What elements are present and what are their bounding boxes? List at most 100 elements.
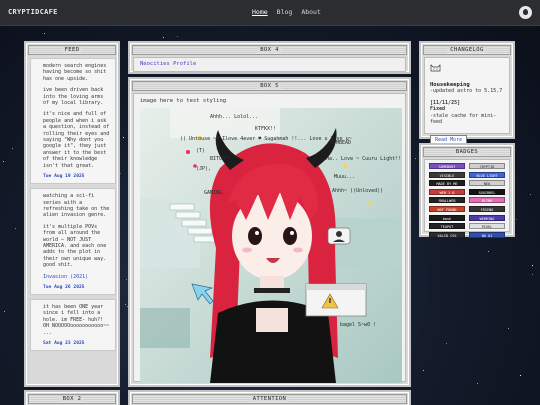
star <box>44 33 45 34</box>
feed-window: FEED modern search engines having become… <box>24 41 120 387</box>
art-text: Ahhh... Lolol... <box>210 114 258 120</box>
art-text: Ahhh~ ((Unloved)) <box>332 188 383 194</box>
star <box>120 173 121 174</box>
badge-88x31[interactable]: MADE BY ME <box>429 180 465 187</box>
badge-88x31[interactable]: VALID CSS <box>429 231 465 238</box>
art-text: Muuu... <box>334 174 355 180</box>
image-caption: image here to test styling <box>140 98 227 104</box>
cat-icon <box>430 64 441 72</box>
star <box>177 36 178 37</box>
badge-88x31[interactable]: bash <box>429 214 465 221</box>
art-text: KTFKX!! <box>255 126 276 132</box>
attention-window: ATTENTION <box>128 390 411 405</box>
neocities-profile-link[interactable]: Neocities Profile <box>140 61 196 67</box>
star <box>477 383 478 384</box>
art-text: Ha.. Love ~ Cuuru Light!! <box>326 156 401 162</box>
badges-title: BADGES <box>452 149 482 155</box>
box5-title: BOX 5 <box>257 83 282 89</box>
star <box>446 343 447 344</box>
badge-88x31[interactable]: CRYPTID <box>469 163 505 169</box>
star <box>125 304 126 305</box>
nav-home-link[interactable]: Home <box>252 8 268 16</box>
feed-scroll-area[interactable]: modern search engines having become so s… <box>30 58 116 383</box>
star <box>3 161 4 162</box>
badge-88x31[interactable]: VISIBLE <box>429 171 465 178</box>
badge-88x31[interactable]: NOT FOUND <box>429 205 465 212</box>
changelog-panel: Housekeeping -updated astro to 5.15.7 [1… <box>424 57 510 145</box>
star <box>520 375 521 376</box>
box4-title: BOX 4 <box>257 47 282 53</box>
star <box>532 274 533 275</box>
box2-title: BOX 2 <box>59 396 85 402</box>
attention-title-bar: ATTENTION <box>132 394 407 404</box>
changelog-window: CHANGELOG Housekeeping -updated astro to… <box>419 41 515 145</box>
star <box>4 311 5 312</box>
nav-blog-link[interactable]: Blog <box>277 8 293 16</box>
badge-88x31[interactable]: SQUIRREL <box>469 188 505 195</box>
star <box>15 228 16 229</box>
badge-88x31[interactable]: BLUE LIGHT <box>469 171 505 178</box>
star <box>415 158 416 159</box>
anime-girl-illustration: Ahhh... Lolol... KTFKX!! (( Untouse ~♥ I… <box>140 108 402 383</box>
feed-post: watching a sci-fi series with a refreshi… <box>30 188 116 295</box>
box4-window: BOX 4 Neocities Profile <box>128 41 411 74</box>
box4-title-bar: BOX 4 <box>132 45 407 55</box>
post-text: it has been ONE year since i fell into a… <box>43 303 110 336</box>
art-text: (( Untouse ~♥ Ilove 4ever ♥ Sugahmah !!.… <box>180 136 352 142</box>
art-text: GAMING. <box>204 190 225 196</box>
art-text: (T) <box>196 148 205 154</box>
badges-title-bar: BADGES <box>423 147 511 157</box>
changelog-title: CHANGELOG <box>447 47 487 53</box>
art-text: bagel S~w0 ! <box>340 322 376 328</box>
star <box>516 219 517 220</box>
github-icon[interactable] <box>519 6 532 19</box>
star <box>423 370 424 371</box>
feed-title: FEED <box>61 47 83 53</box>
star <box>530 194 531 195</box>
feed-post: it has been ONE year since i fell into a… <box>30 298 116 351</box>
box4-panel: Neocities Profile <box>133 57 406 72</box>
art-text: (JP), <box>196 166 211 172</box>
post-link[interactable]: Invasion (2021) <box>43 274 88 280</box>
post-date: Tue Aug 19 2025 <box>43 174 85 180</box>
badge-88x31[interactable]: NO AI <box>469 231 505 238</box>
site-brand[interactable]: CRYPTIDCAFE <box>8 8 58 16</box>
post-date: Sat Aug 23 2025 <box>43 341 85 346</box>
feed-title-bar: FEED <box>28 45 116 55</box>
star <box>123 137 124 138</box>
post-text: ive been driven back into the loving arm… <box>43 87 104 107</box>
star <box>532 265 533 266</box>
box5-title-bar: BOX 5 <box>132 81 407 91</box>
changelog-title-bar: CHANGELOG <box>423 45 511 55</box>
star <box>508 328 509 329</box>
badge-88x31[interactable]: NEO <box>469 180 505 187</box>
badge-grid: SOMEBODY CRYPTID VISIBLE BLUE LIGHT MADE BY … <box>424 159 510 238</box>
feed-post: modern search engines having become so s… <box>30 58 116 185</box>
badge-88x31[interactable]: SOMEBODY <box>429 163 465 169</box>
post-text: watching a sci-fi series with a refreshi… <box>43 193 110 219</box>
changelog-line: -updated astro to 5.15.7 <box>430 88 503 94</box>
box5-window: BOX 5 image here to test styling Ahhh...… <box>128 77 411 387</box>
post-text: it's multiple POVs from all around the w… <box>43 223 107 269</box>
post-text: it's nice and full of people and when i … <box>43 111 110 169</box>
badge-88x31[interactable]: WEB 1.0 <box>429 188 465 195</box>
badge-88x31[interactable]: SMALLWEB <box>429 197 465 204</box>
badge-88x31[interactable]: BLINK <box>469 197 505 204</box>
badge-88x31[interactable]: FRIEND <box>469 205 505 212</box>
attention-title: ATTENTION <box>249 396 290 402</box>
badge-88x31[interactable]: WEBRING <box>469 214 505 221</box>
star <box>163 37 164 38</box>
art-text: BITCH!! <box>210 156 231 162</box>
star <box>12 148 13 149</box>
post-text: modern search engines having become so s… <box>43 63 107 82</box>
badge-88x31[interactable]: PIXEL <box>469 223 505 230</box>
star <box>126 279 127 280</box>
nav-about-link[interactable]: About <box>301 8 321 16</box>
art-text: BOMBEAD <box>330 140 351 146</box>
illustration-svg: Ahhh... Lolol... KTFKX!! (( Untouse ~♥ I… <box>140 108 402 383</box>
badge-88x31[interactable]: TEAPOT <box>429 223 465 230</box>
box2-window: BOX 2 <box>24 390 120 405</box>
box2-title-bar: BOX 2 <box>28 394 116 404</box>
changelog-line: -stale cache for mini-feed <box>430 112 497 126</box>
box5-panel: image here to test styling Ahhh... Lolol… <box>133 93 406 383</box>
